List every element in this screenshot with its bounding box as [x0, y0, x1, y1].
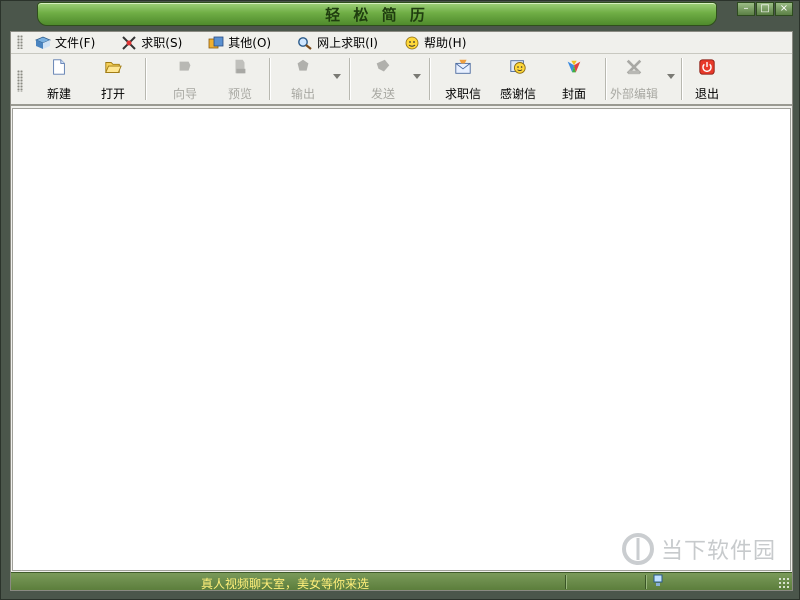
toolbar: 新建 打开 向导 预览 输出 发送 求职信 感谢信 封面 外部编辑 退出: [11, 54, 792, 106]
document-area[interactable]: [12, 108, 791, 571]
minimize-button[interactable]: –: [737, 2, 755, 16]
wizard-button-label: 向导: [172, 87, 197, 101]
cover-letter-button[interactable]: 求职信: [437, 56, 489, 102]
new-button[interactable]: 新建: [33, 56, 85, 102]
other-menu-icon: [208, 36, 224, 48]
title-bar[interactable]: 轻 松 简 历: [37, 2, 717, 26]
open-folder-icon: [105, 62, 122, 73]
wizard-icon: [179, 61, 191, 71]
cover-letter-button-label: 求职信: [444, 87, 481, 101]
menu-file[interactable]: 文件(F): [33, 34, 97, 52]
help-icon: [405, 36, 419, 49]
exit-button-label: 退出: [694, 87, 719, 101]
window-controls: – □ ×: [737, 2, 793, 16]
network-icon: [653, 574, 663, 586]
close-button[interactable]: ×: [775, 2, 793, 16]
cover-icon: [567, 60, 581, 73]
export-dropdown-arrow[interactable]: [333, 74, 341, 79]
cover-button[interactable]: 封面: [548, 56, 600, 102]
maximize-button[interactable]: □: [756, 2, 774, 16]
open-button[interactable]: 打开: [87, 56, 139, 102]
new-document-icon: [53, 59, 65, 75]
menu-file-label: 文件(F): [55, 36, 96, 50]
menu-job[interactable]: 求职(S): [119, 34, 184, 52]
send-button[interactable]: 发送: [357, 56, 409, 102]
thank-letter-button-label: 感谢信: [499, 87, 536, 101]
menu-other[interactable]: 其他(O): [206, 34, 273, 52]
external-editor-button-label: 外部编辑: [609, 87, 658, 101]
preview-button-label: 预览: [227, 87, 252, 101]
send-icon: [376, 59, 390, 72]
menu-bar: 文件(F) 求职(S) 其他(O) 网上求职(I) 帮助(H): [11, 32, 792, 54]
toolbar-separator: [145, 58, 147, 100]
wizard-button[interactable]: 向导: [159, 56, 211, 102]
cover-button-label: 封面: [561, 87, 586, 101]
export-button-label: 输出: [290, 87, 315, 101]
menu-online-jobs-label: 网上求职(I): [317, 36, 378, 50]
open-button-label: 打开: [100, 87, 125, 101]
menu-help[interactable]: 帮助(H): [402, 34, 468, 52]
menu-job-label: 求职(S): [141, 36, 183, 50]
export-icon: [297, 59, 309, 71]
power-icon: [699, 59, 715, 75]
status-divider: [565, 575, 567, 589]
toolbar-grip[interactable]: [17, 70, 23, 92]
external-editor-dropdown-arrow[interactable]: [667, 74, 675, 79]
cover-letter-icon: [455, 59, 471, 74]
app-window: 轻 松 简 历 – □ × 文件(F) 求职(S) 其他(O) 网上求职(I) …: [0, 0, 800, 600]
file-menu-icon: [35, 36, 51, 49]
toolbar-separator: [269, 58, 271, 100]
external-editor-button[interactable]: 外部编辑: [599, 56, 669, 102]
preview-button[interactable]: 预览: [214, 56, 266, 102]
status-ad-link[interactable]: 真人视频聊天室，美女等你来选: [201, 575, 369, 592]
window-title: 轻 松 简 历: [325, 5, 429, 24]
menu-help-label: 帮助(H): [423, 36, 467, 50]
send-dropdown-arrow[interactable]: [413, 74, 421, 79]
job-menu-icon: [122, 35, 136, 50]
status-bar: 真人视频聊天室，美女等你来选: [11, 572, 792, 592]
new-button-label: 新建: [46, 87, 71, 101]
status-divider: [645, 575, 647, 589]
thank-letter-icon: [510, 60, 526, 74]
resize-grip[interactable]: [778, 577, 790, 589]
toolbar-separator: [349, 58, 351, 100]
menu-online-jobs[interactable]: 网上求职(I): [295, 34, 380, 52]
export-button[interactable]: 输出: [277, 56, 329, 102]
thank-letter-button[interactable]: 感谢信: [492, 56, 544, 102]
client-area: 文件(F) 求职(S) 其他(O) 网上求职(I) 帮助(H) 新建 打开 向导…: [10, 31, 793, 591]
send-button-label: 发送: [370, 87, 395, 101]
toolbar-separator: [429, 58, 431, 100]
external-editor-icon: [626, 59, 642, 75]
menu-other-label: 其他(O): [228, 36, 272, 50]
exit-button[interactable]: 退出: [681, 56, 733, 102]
preview-icon: [235, 59, 246, 74]
search-jobs-icon: [298, 36, 312, 50]
menubar-grip[interactable]: [17, 35, 23, 49]
